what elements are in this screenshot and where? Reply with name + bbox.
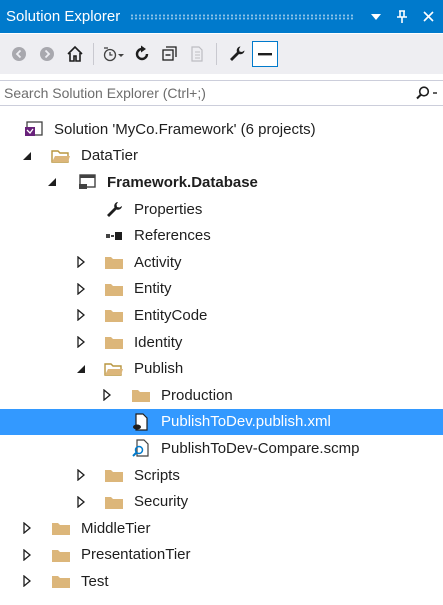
sync-refresh-icon[interactable]: [129, 41, 155, 67]
folder-icon: [104, 466, 124, 484]
show-all-files-icon[interactable]: [185, 41, 211, 67]
collapsed-arrow-icon[interactable]: [21, 548, 33, 561]
back-icon[interactable]: [6, 41, 32, 67]
properties-wrench-icon[interactable]: [224, 41, 250, 67]
folder-icon: [104, 253, 124, 271]
search-input[interactable]: Search Solution Explorer (Ctrl+;): [0, 85, 411, 101]
tree-item-identity[interactable]: Identity: [0, 329, 443, 356]
tree-label: PresentationTier: [81, 546, 191, 564]
collapsed-arrow-icon[interactable]: [75, 256, 87, 269]
home-icon[interactable]: [62, 41, 88, 67]
collapsed-arrow-icon[interactable]: [21, 522, 33, 535]
expanded-arrow-icon[interactable]: [21, 150, 33, 162]
tree-label: Scripts: [134, 466, 180, 484]
wrench-icon: [104, 200, 124, 218]
references-icon: [104, 227, 124, 245]
tree-label: Production: [161, 386, 233, 404]
solution-icon: [24, 120, 44, 138]
collapsed-arrow-icon[interactable]: [75, 309, 87, 322]
folder-icon: [131, 386, 151, 404]
expanded-arrow-icon[interactable]: [75, 363, 87, 375]
solution-tree: Solution 'MyCo.Framework' (6 projects) D…: [0, 116, 443, 595]
tree-item-references[interactable]: References: [0, 222, 443, 249]
tree-item-activity[interactable]: Activity: [0, 249, 443, 276]
tree-item-datatier[interactable]: DataTier: [0, 143, 443, 170]
collapsed-arrow-icon[interactable]: [75, 495, 87, 508]
tree-label: Framework.Database: [107, 173, 258, 191]
folder-icon: [104, 333, 124, 351]
database-project-icon: [77, 173, 97, 191]
tree-label: DataTier: [81, 147, 138, 165]
tree-item-entitycode[interactable]: EntityCode: [0, 302, 443, 329]
schema-compare-icon: [131, 439, 151, 458]
collapse-all-icon[interactable]: [157, 41, 183, 67]
tree-label: Entity: [134, 280, 172, 298]
tree-label: Security: [134, 493, 189, 511]
toolbar-separator: [93, 43, 94, 65]
collapsed-arrow-icon[interactable]: [101, 389, 113, 402]
collapsed-arrow-icon[interactable]: [75, 282, 87, 295]
tree-label: Identity: [134, 333, 183, 351]
tree-item-security[interactable]: Security: [0, 488, 443, 515]
tree-item-scripts[interactable]: Scripts: [0, 462, 443, 489]
folder-open-icon: [104, 360, 124, 378]
tree-item-entity[interactable]: Entity: [0, 276, 443, 303]
expanded-arrow-icon[interactable]: [46, 176, 58, 188]
tree-item-middletier[interactable]: MiddleTier: [0, 515, 443, 542]
tree-label: MiddleTier: [81, 519, 151, 537]
tree-item-compare-scmp[interactable]: PublishToDev-Compare.scmp: [0, 435, 443, 462]
folder-icon: [104, 280, 124, 298]
forward-icon[interactable]: [34, 41, 60, 67]
toolbar: [0, 34, 443, 74]
tree-item-production[interactable]: Production: [0, 382, 443, 409]
tree-label: References: [134, 227, 211, 245]
tree-label: Test: [81, 572, 109, 590]
tree-label: Activity: [134, 253, 182, 271]
tree-label: PublishToDev.publish.xml: [161, 413, 331, 431]
tree-label: Publish: [134, 360, 184, 378]
folder-icon: [51, 572, 71, 590]
collapsed-arrow-icon[interactable]: [75, 336, 87, 349]
folder-open-icon: [51, 147, 71, 165]
pending-changes-filter-icon[interactable]: [101, 41, 127, 67]
pin-icon[interactable]: [391, 6, 413, 28]
tree-item-presentationtier[interactable]: PresentationTier: [0, 542, 443, 569]
tree-item-properties[interactable]: Properties: [0, 196, 443, 223]
folder-icon: [51, 546, 71, 564]
tree-item-solution[interactable]: Solution 'MyCo.Framework' (6 projects): [0, 116, 443, 143]
toolbar-separator: [216, 43, 217, 65]
window-title: Solution Explorer: [6, 8, 121, 25]
folder-icon: [104, 306, 124, 324]
collapsed-arrow-icon[interactable]: [75, 469, 87, 482]
close-icon[interactable]: [417, 6, 439, 28]
title-bar[interactable]: Solution Explorer: [0, 0, 443, 33]
tree-label: EntityCode: [134, 306, 208, 324]
tree-item-test[interactable]: Test: [0, 568, 443, 595]
tree-label: PublishToDev-Compare.scmp: [161, 439, 360, 457]
folder-icon: [51, 519, 71, 537]
tree-item-framework-database[interactable]: Framework.Database: [0, 169, 443, 196]
collapsed-arrow-icon[interactable]: [21, 575, 33, 588]
preview-selected-items-icon[interactable]: [252, 41, 278, 67]
publish-profile-icon: [131, 413, 151, 431]
tree-item-publish[interactable]: Publish: [0, 355, 443, 382]
folder-icon: [104, 493, 124, 511]
search-box[interactable]: Search Solution Explorer (Ctrl+;): [0, 80, 443, 106]
search-icon[interactable]: [411, 86, 443, 100]
drag-grip[interactable]: [130, 13, 355, 20]
tree-label: Solution 'MyCo.Framework' (6 projects): [54, 120, 316, 138]
tree-item-publish-xml[interactable]: PublishToDev.publish.xml: [0, 408, 443, 436]
window-menu-dropdown-icon[interactable]: [365, 6, 387, 28]
tree-label: Properties: [134, 200, 203, 218]
